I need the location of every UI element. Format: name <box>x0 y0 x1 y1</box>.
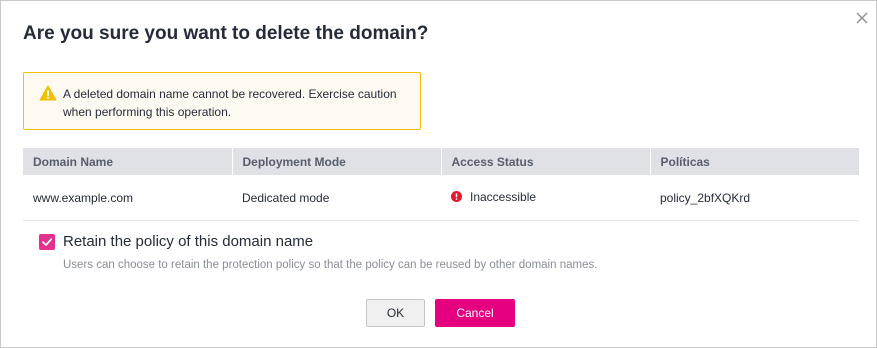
column-header-access-status: Access Status <box>440 148 650 175</box>
column-header-deployment-mode: Deployment Mode <box>231 148 441 175</box>
cell-deployment-mode: Dedicated mode <box>232 175 441 221</box>
access-status-label: Inaccessible <box>470 189 537 204</box>
retain-policy-checkbox[interactable] <box>39 233 55 250</box>
checkmark-icon <box>42 237 53 246</box>
warning-icon <box>39 85 57 101</box>
access-status: Inaccessible <box>451 190 536 204</box>
alert-message: A deleted domain name cannot be recovere… <box>63 87 397 119</box>
column-header-policies: Políticas <box>649 148 859 175</box>
ok-button[interactable]: OK <box>366 299 425 327</box>
warning-alert: A deleted domain name cannot be recovere… <box>23 72 421 130</box>
close-icon[interactable] <box>854 10 870 26</box>
cell-domain-name: www.example.com <box>23 175 232 221</box>
cell-access-status: Inaccessible <box>441 175 650 221</box>
retain-policy-label[interactable]: Retain the policy of this domain name <box>63 233 313 250</box>
retain-policy-option[interactable]: Retain the policy of this domain name <box>39 233 313 250</box>
cell-policy: policy_2bfXQKrd <box>650 175 859 221</box>
domain-table: Domain Name Deployment Mode Access Statu… <box>23 148 859 221</box>
column-header-domain-name: Domain Name <box>23 148 232 175</box>
dialog-title: Are you sure you want to delete the doma… <box>23 23 429 44</box>
retain-policy-description: Users can choose to retain the protectio… <box>63 259 598 271</box>
cancel-button[interactable]: Cancel <box>435 299 515 327</box>
table-header-row: Domain Name Deployment Mode Access Statu… <box>23 148 859 175</box>
delete-domain-dialog: Are you sure you want to delete the doma… <box>0 0 877 348</box>
table-row: www.example.com Dedicated mode Inaccessi… <box>23 175 859 221</box>
error-status-icon <box>451 191 462 203</box>
